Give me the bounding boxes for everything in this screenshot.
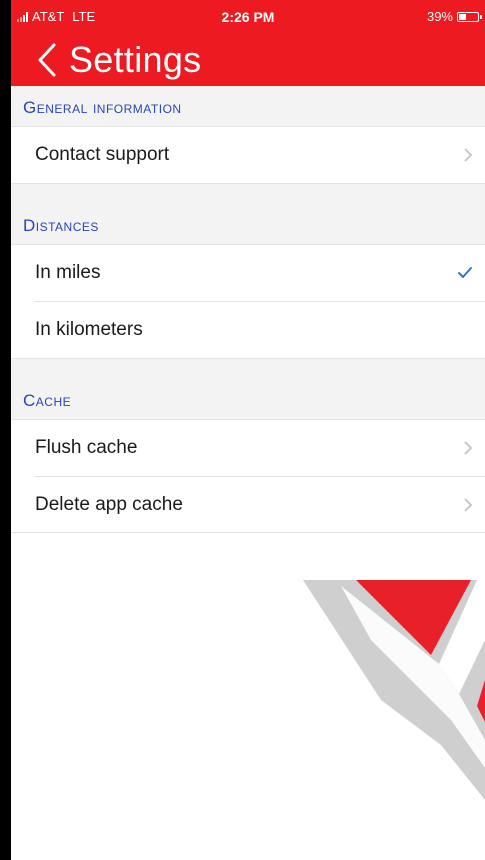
status-right: 39%	[426, 9, 482, 24]
chevron-right-icon	[463, 127, 473, 183]
divider	[11, 532, 485, 533]
delete-app-cache-row[interactable]: Delete app cache	[11, 477, 485, 533]
checkmark-icon	[457, 245, 473, 301]
chevron-left-icon	[38, 43, 56, 77]
chevron-right-icon	[463, 420, 473, 476]
section-header-distances: Distances	[23, 216, 99, 235]
status-bar: AT&T LTE 2:26 PM 39%	[11, 0, 485, 34]
status-time: 2:26 PM	[221, 9, 275, 25]
nav-bar: Settings	[11, 34, 485, 86]
in-miles-row[interactable]: In miles	[11, 245, 485, 301]
section-header-general: General information	[23, 98, 182, 117]
delete-app-cache-label: Delete app cache	[35, 494, 183, 515]
in-kilometers-label: In kilometers	[35, 319, 143, 340]
flush-cache-row[interactable]: Flush cache	[11, 420, 485, 476]
back-button[interactable]	[29, 38, 65, 82]
settings-screen: AT&T LTE 2:26 PM 39% Settings General in…	[11, 0, 485, 860]
in-kilometers-row[interactable]: In kilometers	[11, 302, 485, 358]
section-header-cache: Cache	[23, 391, 72, 410]
page-title: Settings	[69, 39, 202, 80]
chevron-right-icon	[463, 477, 473, 533]
contact-support-label: Contact support	[35, 144, 170, 165]
in-miles-label: In miles	[35, 262, 101, 283]
battery-fill	[459, 13, 466, 20]
battery-icon	[457, 11, 482, 22]
contact-support-row[interactable]: Contact support	[11, 127, 485, 183]
battery-percent: 39%	[426, 9, 453, 24]
flush-cache-label: Flush cache	[35, 437, 138, 458]
